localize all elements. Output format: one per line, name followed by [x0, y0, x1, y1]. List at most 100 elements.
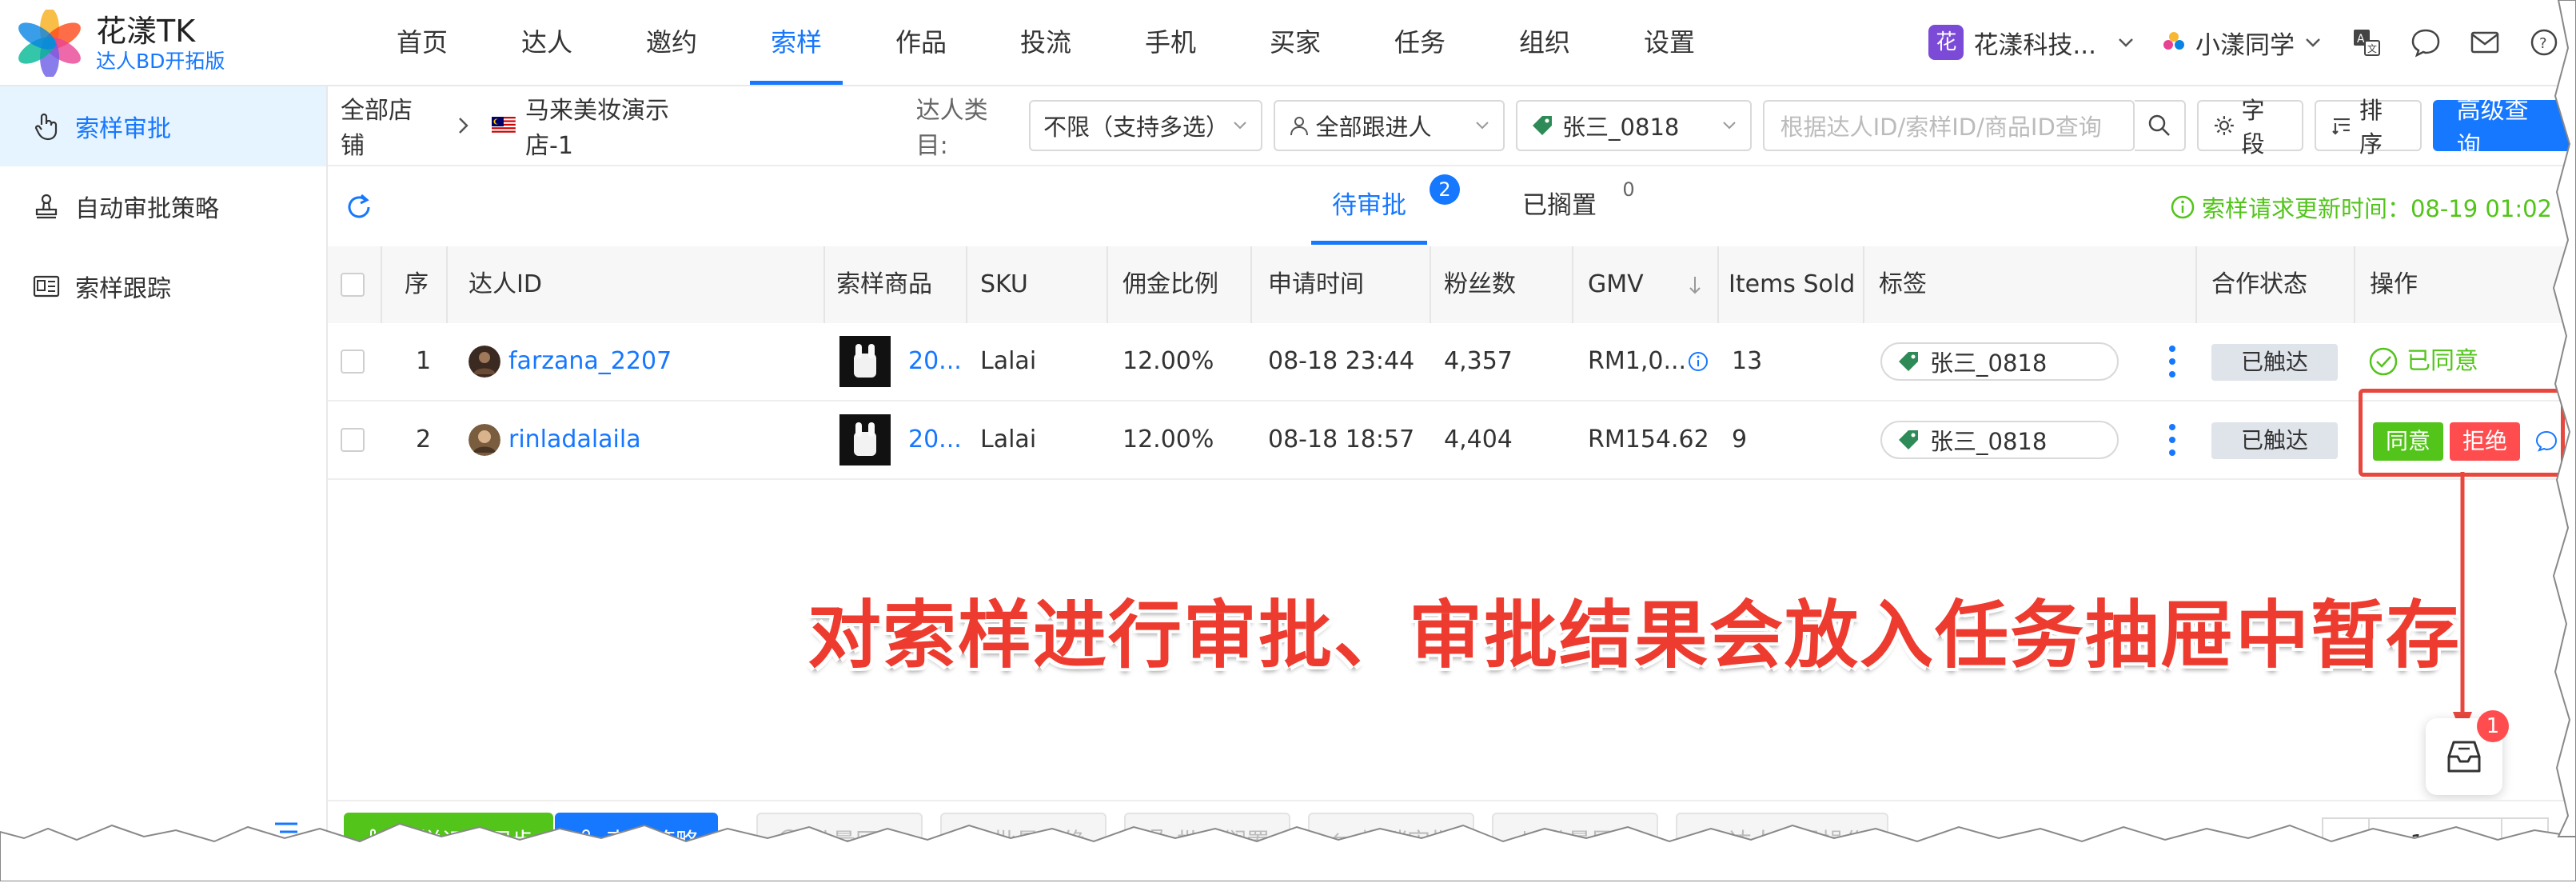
batch-approve-button[interactable]: 批量同意 — [756, 813, 923, 867]
nav-invite[interactable]: 邀约 — [609, 0, 734, 85]
undo-approval-button[interactable]: 撤销审批 — [1308, 813, 1475, 867]
refresh-icon[interactable] — [344, 192, 374, 222]
creator-id-link[interactable]: rinladalaila — [508, 402, 641, 478]
shelved-count-badge: 0 — [1622, 178, 1635, 201]
pending-count-badge: 2 — [1430, 174, 1460, 205]
column-divider — [446, 246, 448, 323]
translate-icon[interactable]: A 文 — [2351, 26, 2383, 58]
company-switcher[interactable]: 花漾科技... — [1973, 25, 2096, 61]
chevron-down-icon — [1234, 122, 1247, 130]
info-icon[interactable] — [1687, 350, 1709, 373]
sidebar-item-auto-approval[interactable]: 自动审批策略 — [0, 166, 326, 246]
chevron-down-icon[interactable] — [2303, 32, 2323, 53]
items-sold-cell: 9 — [1732, 426, 1748, 453]
category-select[interactable]: 不限（支持多选） — [1028, 100, 1263, 151]
more-vertical-icon[interactable] — [2168, 344, 2176, 379]
breadcrumb-all-shops[interactable]: 全部店铺 — [341, 90, 436, 161]
update-time-text: 索样请求更新时间：08-19 01:02 — [2201, 195, 2552, 222]
chevron-left-icon — [2340, 835, 2350, 851]
sidebar-item-sample-approval[interactable]: 索样审批 — [0, 86, 326, 166]
col-commission: 佣金比例 — [1123, 270, 1218, 298]
sync-records-button[interactable]: 索样记录同步 — [344, 813, 554, 867]
row-checkbox[interactable] — [341, 428, 365, 452]
product-link[interactable]: 20... — [908, 402, 962, 478]
chat-icon[interactable] — [2410, 26, 2442, 58]
nav-tasks[interactable]: 任务 — [1358, 0, 1482, 85]
search-button[interactable] — [2135, 100, 2186, 151]
logo-icon — [18, 10, 81, 77]
nav-settings[interactable]: 设置 — [1607, 0, 1732, 85]
col-gmv[interactable]: GMV — [1588, 246, 1644, 323]
creator-batch-ops-button[interactable]: 达人批量操作 — [1676, 813, 1889, 867]
jump-page-link[interactable]: 跳 — [2566, 830, 2576, 862]
stamp-icon — [35, 194, 58, 219]
sort-button[interactable]: 排序 — [2315, 97, 2422, 158]
top-header: 花漾TK 达人BD开拓版 首页 达人 邀约 索样 作品 投流 手机 买家 任务 … — [0, 0, 2576, 86]
nav-creators[interactable]: 达人 — [484, 0, 609, 85]
user-menu[interactable]: 小漾同学 — [2195, 25, 2295, 61]
more-vertical-icon[interactable] — [2168, 422, 2176, 457]
creator-id-link[interactable]: farzana_2207 — [508, 323, 672, 400]
nav-phone[interactable]: 手机 — [1108, 0, 1233, 85]
tag-icon — [1533, 116, 1553, 135]
update-time-note: 索样请求更新时间：08-19 01:02 — [2170, 190, 2552, 224]
batch-reject-button[interactable]: 批量拒绝 — [940, 813, 1107, 867]
product-link[interactable]: 20... — [908, 323, 962, 400]
company-badge: 花 — [1928, 25, 1964, 60]
annotation-callout: 对索样进行审批、审批结果会放入任务抽屉中暂存 — [807, 593, 2462, 678]
chevron-right-icon — [459, 118, 469, 134]
batch-export-button[interactable]: 批量导出 — [1492, 813, 1659, 867]
hand-pointer-icon — [34, 113, 58, 141]
nav-works[interactable]: 作品 — [859, 0, 983, 85]
tag-pill[interactable]: 张三_0818 — [1880, 342, 2119, 381]
nav-ads[interactable]: 投流 — [983, 0, 1108, 85]
app-window: 花漾TK 达人BD开拓版 首页 达人 邀约 索样 作品 投流 手机 买家 任务 … — [0, 0, 2576, 883]
next-page-button[interactable] — [2501, 817, 2549, 869]
table-row[interactable]: 2 rinladalaila 20... Lalai 12.00% 08-18 … — [328, 402, 2576, 480]
column-divider — [1863, 246, 1864, 323]
tag-select[interactable]: 张三_0818 — [1516, 100, 1752, 151]
sidebar-item-label: 自动审批策略 — [75, 195, 219, 223]
prev-page-button[interactable] — [2322, 817, 2370, 869]
chevron-down-icon[interactable] — [2115, 32, 2136, 53]
breadcrumb-shop[interactable]: 马来美妆演示店-1 — [525, 90, 716, 161]
fields-button[interactable]: 字段 — [2196, 97, 2304, 158]
advanced-query-button[interactable]: 高级查询 — [2432, 97, 2576, 160]
tab-pending[interactable]: 待审批 — [1311, 166, 1427, 245]
search-input[interactable]: 根据达人ID/索样ID/商品ID查询 — [1762, 100, 2135, 151]
table-row[interactable]: 1 farzana_2207 20... Lalai 12.00% 08-18 … — [328, 323, 2576, 402]
column-divider — [2354, 246, 2355, 323]
sample-strategy-button[interactable]: 索样策略 — [555, 813, 719, 867]
tag-icon — [1899, 430, 1918, 449]
select-all-checkbox[interactable] — [341, 273, 365, 297]
sort-arrow-icon[interactable] — [1687, 275, 1703, 296]
tag-pill[interactable]: 张三_0818 — [1880, 421, 2119, 459]
help-icon[interactable]: ? — [2528, 26, 2560, 58]
row-checkbox[interactable] — [341, 350, 365, 374]
info-icon — [2171, 195, 2195, 219]
brand[interactable]: 花漾TK 达人BD开拓版 — [16, 10, 225, 77]
tab-shelved[interactable]: 已搁置 — [1501, 166, 1617, 245]
batch-shelve-button[interactable]: 批量搁置 — [1124, 813, 1291, 867]
malaysia-flag-icon — [492, 117, 516, 134]
product-thumbnail[interactable] — [839, 336, 891, 387]
page-size-select[interactable]: 15条/页 — [2215, 830, 2299, 864]
nav-buyers[interactable]: 买家 — [1233, 0, 1358, 85]
row-seq: 2 — [416, 426, 432, 453]
follower-select[interactable]: 全部跟进人 — [1274, 100, 1505, 151]
product-thumbnail[interactable] — [839, 414, 891, 465]
chevron-down-icon — [1476, 122, 1489, 130]
category-select-value: 不限（支持多选） — [1043, 114, 1229, 141]
sidebar-item-sample-tracking[interactable]: 索样跟踪 — [0, 246, 326, 326]
fans-cell: 4,357 — [1444, 347, 1513, 375]
mail-icon[interactable] — [2469, 26, 2501, 58]
nav-samples[interactable]: 索样 — [734, 0, 859, 85]
col-seq: 序 — [405, 270, 429, 298]
batch-export-label: 批量导出 — [1545, 828, 1638, 855]
nav-home[interactable]: 首页 — [360, 0, 484, 85]
stamp-icon — [577, 829, 595, 849]
sync-records-label: 索样记录同步 — [395, 828, 535, 855]
nav-org[interactable]: 组织 — [1482, 0, 1607, 85]
menu-collapse-icon[interactable] — [272, 819, 301, 845]
hourglass-icon — [1151, 829, 1163, 850]
